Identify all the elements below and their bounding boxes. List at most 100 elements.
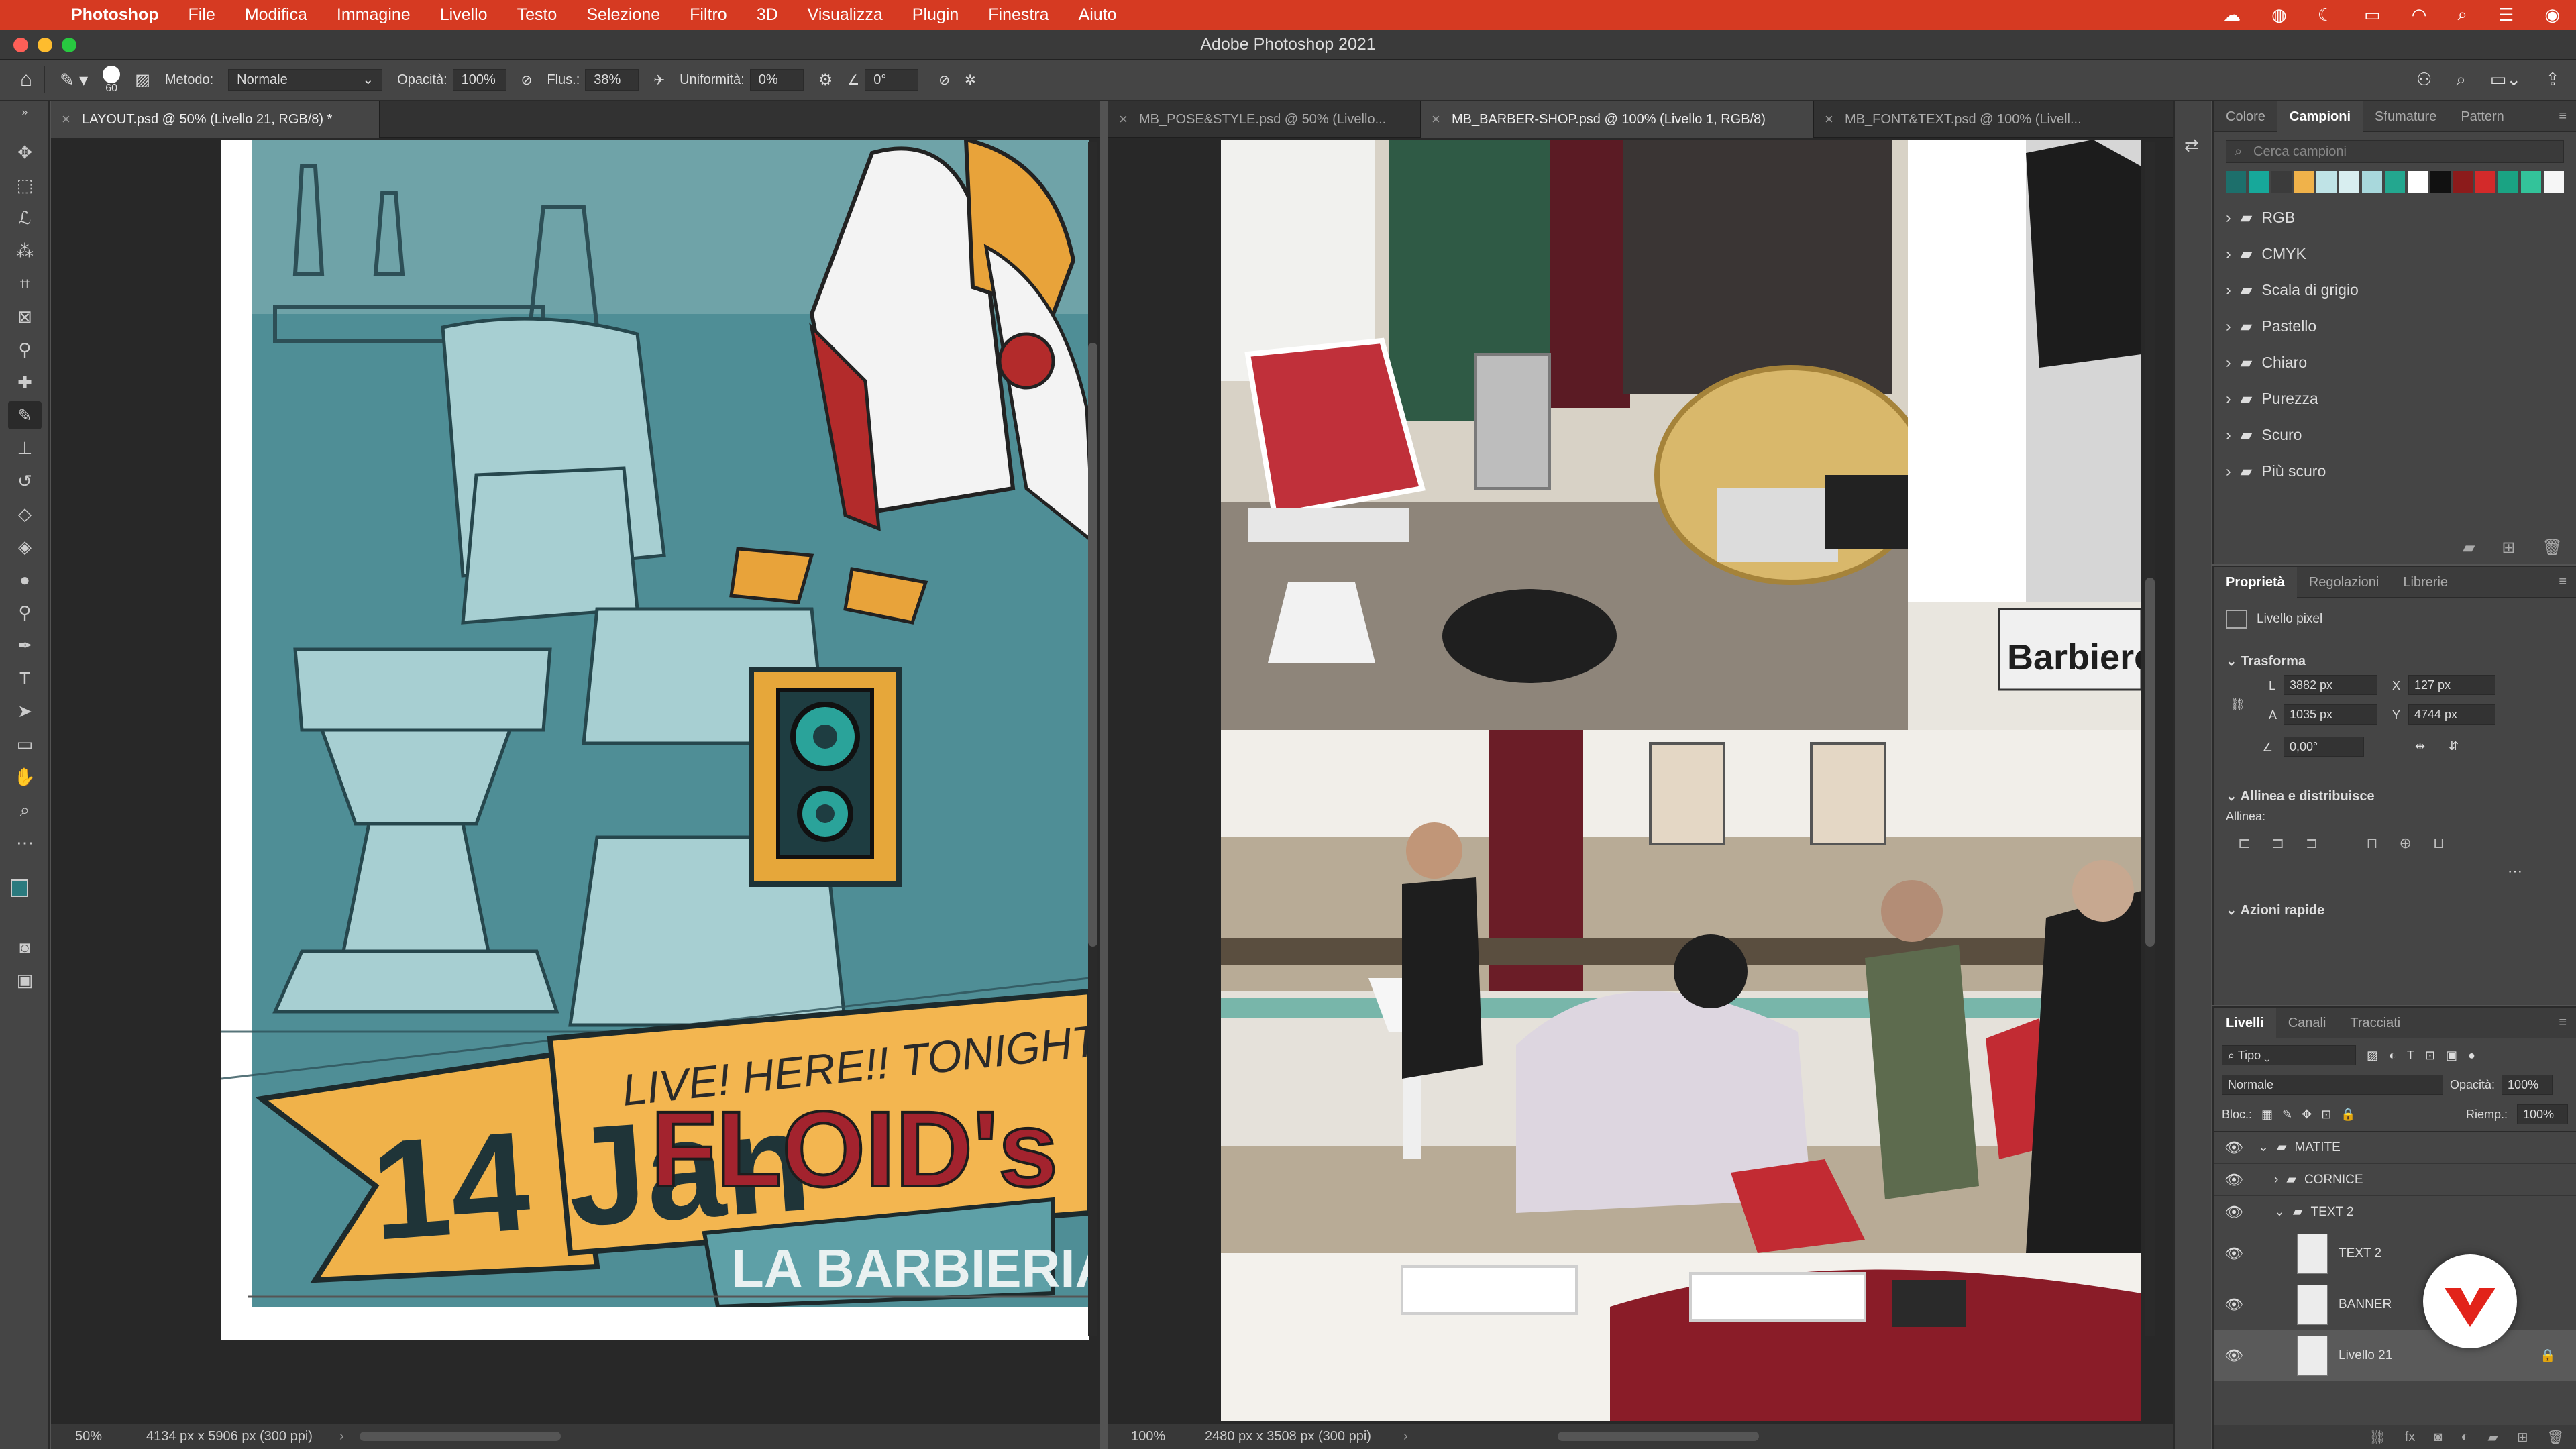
width-input[interactable]: 3882 px — [2284, 675, 2377, 695]
tab-livelli[interactable]: Livelli — [2214, 1007, 2276, 1038]
eyedropper-tool-icon[interactable]: ⚲ — [8, 335, 42, 364]
symmetry-icon[interactable]: ✲ — [965, 72, 976, 89]
swatch-search-input[interactable]: ⌕ Cerca campioni — [2226, 140, 2564, 163]
menu-file[interactable]: File — [189, 5, 215, 25]
screen-mode-icon[interactable]: ▣ — [8, 966, 42, 994]
color-swatch[interactable] — [2498, 171, 2519, 193]
screen-mirror-icon[interactable]: ▭ — [2364, 5, 2381, 25]
tab-layout[interactable]: × LAYOUT.psd @ 50% (Livello 21, RGB/8) * — [51, 101, 380, 138]
lock-artboard-icon[interactable]: ⊡ — [2321, 1108, 2331, 1122]
home-icon[interactable]: ⌂ — [20, 68, 32, 91]
blur-tool-icon[interactable]: ● — [8, 566, 42, 594]
flow-input[interactable]: 38% — [585, 69, 639, 91]
tab-tracciati[interactable]: Tracciati — [2338, 1008, 2412, 1038]
zoom-level[interactable]: 50% — [75, 1424, 102, 1449]
eye-icon[interactable]: 👁 — [2214, 1171, 2254, 1189]
healing-brush-tool-icon[interactable]: ✚ — [8, 368, 42, 396]
link-icon[interactable]: ⛓ — [2230, 698, 2245, 712]
layer-row-matite[interactable]: 👁 ⌄ ▰ MATITE — [2214, 1132, 2576, 1164]
close-tab-icon[interactable]: × — [62, 101, 70, 138]
lock-pixels-icon[interactable]: ✎ — [2282, 1108, 2292, 1122]
layer-row-banner[interactable]: 👁 BANNER — [2214, 1279, 2576, 1330]
tab-colore[interactable]: Colore — [2214, 101, 2277, 132]
chevron-right-icon[interactable]: › — [2226, 462, 2231, 480]
swatch-folder[interactable]: › ▰ Pastello — [2214, 308, 2576, 344]
close-tab-icon[interactable]: × — [1825, 101, 1833, 138]
swatch-folder[interactable]: › ▰ Scuro — [2214, 417, 2576, 453]
status-menu-icon[interactable]: › — [1403, 1424, 1408, 1449]
vertical-scrollbar[interactable] — [1088, 142, 1097, 1336]
x-input[interactable]: 127 px — [2408, 675, 2496, 695]
collapse-icon[interactable]: » — [8, 107, 42, 119]
lock-all-icon[interactable]: 🔒 — [2341, 1108, 2355, 1122]
zoom-window-button[interactable] — [62, 38, 76, 52]
fill-input[interactable]: 100% — [2517, 1104, 2568, 1124]
control-center-icon[interactable]: ☰ — [2498, 5, 2514, 25]
filter-shape-icon[interactable]: ⊡ — [2425, 1049, 2435, 1063]
scrollbar-thumb[interactable] — [1088, 343, 1097, 947]
layer-filter-select[interactable]: ⌕ Tipo ⌄ — [2222, 1045, 2356, 1065]
align-right-icon[interactable]: ⊐ — [2306, 835, 2318, 852]
menu-finestra[interactable]: Finestra — [988, 5, 1049, 25]
new-layer-icon[interactable]: ⊞ — [2517, 1429, 2528, 1446]
filter-toggle-icon[interactable]: ● — [2468, 1049, 2475, 1063]
eye-icon[interactable]: 👁 — [2214, 1245, 2254, 1263]
layout-canvas[interactable]: 14 Jan LIVE! HERE!! TONIGHT!! FLOID's LA… — [221, 140, 1089, 1340]
flip-vertical-icon[interactable]: ⇵ — [2449, 739, 2459, 753]
menu-testo[interactable]: Testo — [517, 5, 557, 25]
gear-icon[interactable]: ⚙ — [818, 70, 833, 90]
chevron-right-icon[interactable]: › — [2226, 426, 2231, 444]
chevron-down-icon[interactable]: ⌄ — [2226, 903, 2237, 918]
hand-tool-icon[interactable]: ✋ — [8, 763, 42, 791]
new-group-icon[interactable]: ▰ — [2487, 1429, 2498, 1446]
tab-canali[interactable]: Canali — [2276, 1008, 2339, 1038]
swatch-folder[interactable]: › ▰ Purezza — [2214, 380, 2576, 417]
tab-proprieta[interactable]: Proprietà — [2214, 566, 2297, 598]
photo-collage-canvas[interactable]: Barbiere — [1221, 140, 2141, 1421]
creative-cloud-icon[interactable]: ☁ — [2223, 5, 2241, 25]
wifi-icon[interactable]: ◠ — [2412, 5, 2427, 25]
chevron-right-icon[interactable]: › — [2226, 245, 2231, 263]
eye-icon[interactable]: 👁 — [2214, 1203, 2254, 1221]
eraser-tool-icon[interactable]: ◇ — [8, 500, 42, 528]
magic-wand-tool-icon[interactable]: ⁂ — [8, 237, 42, 265]
color-swatch[interactable] — [2407, 171, 2428, 193]
path-selection-tool-icon[interactable]: ➤ — [8, 697, 42, 725]
menu-livello[interactable]: Livello — [440, 5, 488, 25]
export-icon[interactable]: ⇪ — [2545, 69, 2560, 91]
chevron-down-icon[interactable]: ⌄ — [2226, 789, 2237, 804]
rectangle-tool-icon[interactable]: ▭ — [8, 730, 42, 758]
paint-bucket-tool-icon[interactable]: ◈ — [8, 533, 42, 561]
layer-row-text2[interactable]: 👁 TEXT 2 — [2214, 1228, 2576, 1279]
search-icon[interactable]: ⌕ — [2456, 69, 2466, 91]
close-window-button[interactable] — [13, 38, 28, 52]
chevron-down-icon[interactable]: ⌄ — [2226, 654, 2237, 669]
chevron-down-icon[interactable]: ⌄ — [2258, 1140, 2269, 1155]
pen-tool-icon[interactable]: ✒ — [8, 631, 42, 659]
eye-icon[interactable]: 👁 — [2214, 1296, 2254, 1313]
new-swatch-icon[interactable]: ⊞ — [2502, 538, 2515, 557]
align-left-icon[interactable]: ⊏ — [2238, 835, 2250, 852]
workspace-icon[interactable]: ▭⌄ — [2490, 69, 2521, 91]
chevron-down-icon[interactable]: ⌄ — [2274, 1204, 2285, 1220]
filter-smart-icon[interactable]: ▣ — [2446, 1049, 2457, 1063]
minimize-window-button[interactable] — [38, 38, 52, 52]
chevron-right-icon[interactable]: › — [2226, 281, 2231, 299]
trash-icon[interactable]: 🗑 — [2542, 538, 2563, 557]
tab-campioni[interactable]: Campioni — [2277, 101, 2363, 132]
foreground-color-swatch[interactable] — [11, 879, 28, 897]
swatch-folder[interactable]: › ▰ Scala di grigio — [2214, 272, 2576, 308]
brush-angle-input[interactable]: 0° — [865, 69, 919, 91]
more-tools-icon[interactable]: ⋯ — [8, 828, 42, 857]
zoom-level[interactable]: 100% — [1131, 1424, 1165, 1449]
color-swatch[interactable] — [2362, 171, 2383, 193]
panel-menu-icon[interactable]: ≡ — [2559, 109, 2567, 124]
color-swatch[interactable] — [2226, 171, 2246, 193]
chevron-right-icon[interactable]: › — [2274, 1173, 2278, 1187]
clone-stamp-tool-icon[interactable]: ⊥ — [8, 434, 42, 462]
align-bottom-icon[interactable]: ⊔ — [2433, 835, 2445, 852]
smoothing-input[interactable]: 0% — [749, 69, 804, 91]
align-middle-v-icon[interactable]: ⊕ — [2399, 835, 2411, 852]
trash-icon[interactable]: 🗑 — [2547, 1429, 2564, 1446]
move-tool-icon[interactable]: ✥ — [8, 138, 42, 166]
